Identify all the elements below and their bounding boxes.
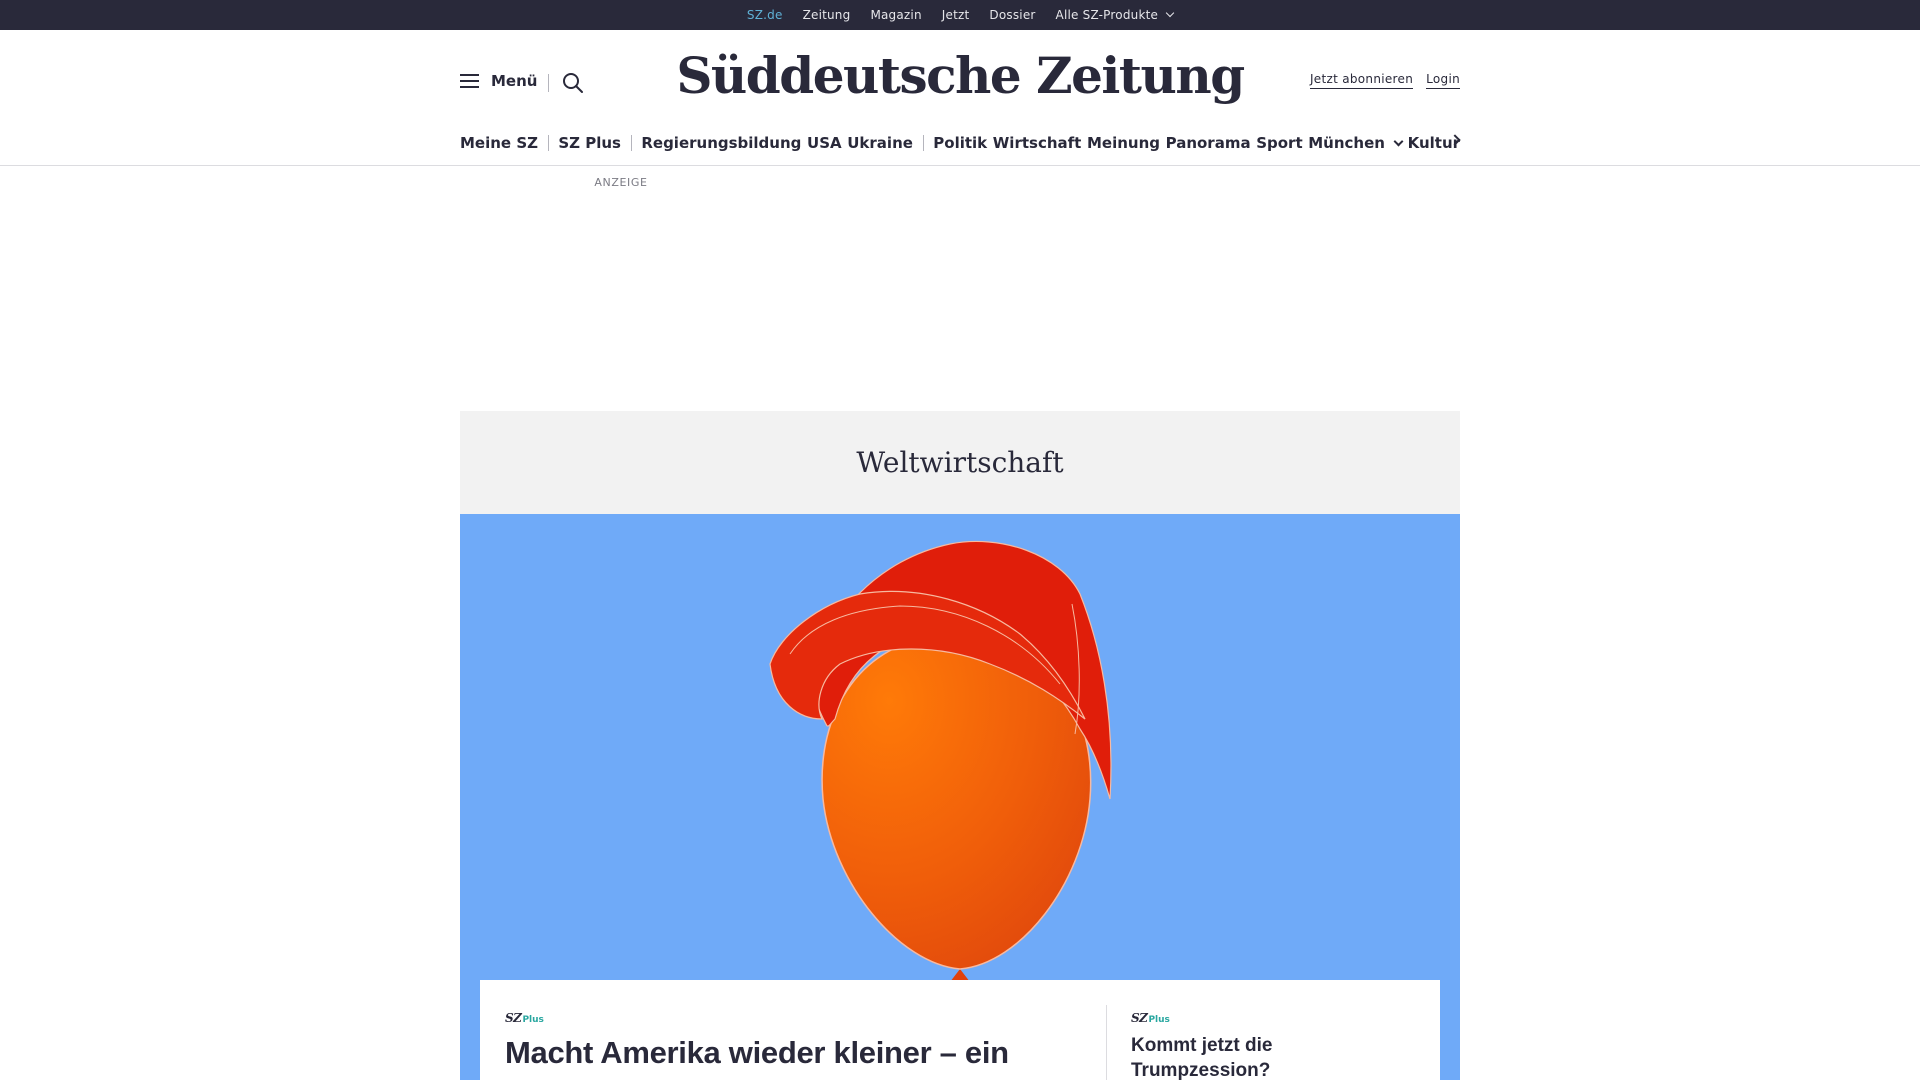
product-link-dossier[interactable]: Dossier [989,0,1035,30]
nav-item-meinung[interactable]: Meinung [1087,134,1160,152]
nav-item-sz-plus[interactable]: SZ Plus [558,134,621,152]
nav-item-ukraine[interactable]: Ukraine [847,134,913,152]
chevron-down-icon [1393,136,1404,146]
product-link-jetzt[interactable]: Jetzt [942,0,970,30]
product-link-zeitung[interactable]: Zeitung [803,0,851,30]
section-title[interactable]: Weltwirtschaft [856,446,1063,479]
product-link-all-products[interactable]: Alle SZ-Produkte [1055,0,1175,30]
nav-item-usa[interactable]: USA [807,134,842,152]
nav-item-meine-sz[interactable]: Meine SZ [460,134,538,152]
nav-item-politik[interactable]: Politik [933,134,987,152]
nav-item-muenchen[interactable]: München [1308,134,1404,152]
side-teaser-title[interactable]: Kommt jetzt die Trumpzession? [1131,1033,1391,1080]
sz-plus-badge-sz: SZ [505,1011,522,1025]
nav-item-wirtschaft[interactable]: Wirtschaft [993,134,1082,152]
divider [1106,1005,1107,1080]
product-link-label: Zeitung [802,8,851,22]
main-nav: Meine SZ SZ Plus Regierungsbildung USA U… [460,130,1460,156]
nav-item-label: München [1308,134,1385,152]
subscribe-link[interactable]: Jetzt abonnieren [1309,72,1414,89]
sz-plus-badge: SZ Plus [505,1011,544,1025]
sz-plus-badge-plus: Plus [522,1015,544,1025]
teaser-card: SZ Plus Macht Amerika wieder kleiner – e… [480,980,1440,1080]
product-bar: SZ.de Zeitung Magazin Jetzt Dossier Alle… [0,0,1920,36]
product-link-label: Alle SZ-Produkte [1055,8,1159,22]
section-header: Weltwirtschaft [460,411,1460,514]
chevron-right-icon [1449,134,1461,146]
product-link-label: Dossier [989,8,1036,22]
nav-scroll-right-button[interactable] [1449,133,1463,147]
product-link-label: Jetzt [941,8,970,22]
product-nav: SZ.de Zeitung Magazin Jetzt Dossier Alle… [0,0,1920,36]
login-link[interactable]: Login [1426,72,1460,89]
search-icon [563,73,583,93]
site-header: Menü Süddeutsche Zeitung Jetzt abonniere… [0,30,1920,166]
product-link-magazin[interactable]: Magazin [870,0,921,30]
sz-plus-badge-plus: Plus [1148,1015,1170,1025]
hamburger-icon [460,74,479,88]
logo-container: Süddeutsche Zeitung [0,46,1920,105]
side-teaser[interactable]: SZ Plus Kommt jetzt die Trumpzession? [1131,1007,1391,1080]
product-link-label: Magazin [870,8,922,22]
menu-button[interactable]: Menü [460,72,537,90]
account-links: Jetzt abonnieren Login [1309,72,1460,89]
product-link-label: SZ.de [746,8,783,22]
search-button[interactable] [561,71,585,95]
main-teaser-title[interactable]: Macht Amerika wieder kleiner – ein [505,1034,1065,1072]
divider [548,74,549,92]
nav-item-panorama[interactable]: Panorama [1166,134,1251,152]
nav-item-regierungsbildung[interactable]: Regierungsbildung [641,134,801,152]
ad-label: ANZEIGE [594,176,648,189]
sz-plus-badge: SZ Plus [1131,1011,1170,1025]
sz-plus-badge-sz: SZ [1131,1011,1148,1025]
site-logo[interactable]: Süddeutsche Zeitung [676,46,1245,105]
chevron-down-icon [1165,8,1175,18]
product-link-szde[interactable]: SZ.de [746,0,783,36]
nav-item-sport[interactable]: Sport [1256,134,1302,152]
menu-label: Menü [491,72,538,90]
main-teaser[interactable]: SZ Plus Macht Amerika wieder kleiner – e… [505,1007,1065,1072]
